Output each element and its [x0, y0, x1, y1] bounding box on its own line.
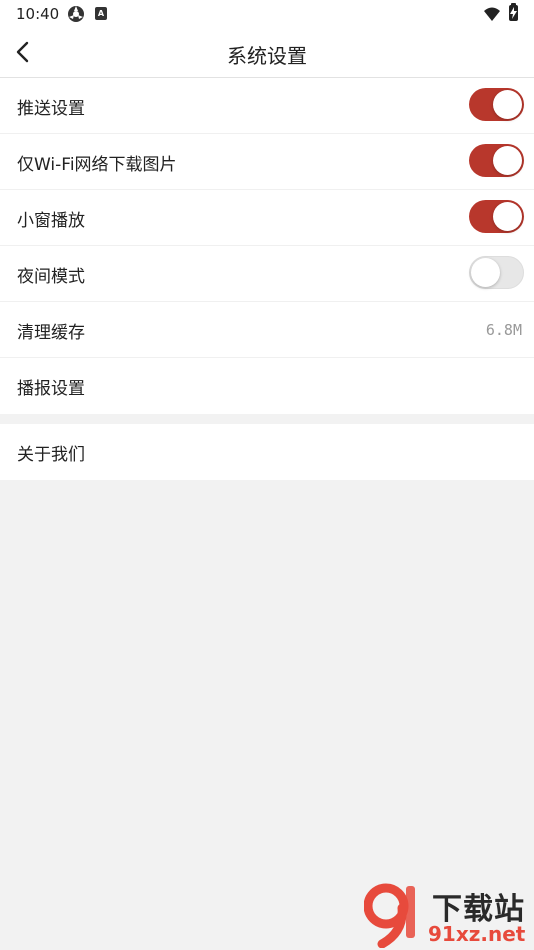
watermark-logo-icon — [364, 883, 415, 948]
settings-row-label: 夜间模式 — [17, 267, 85, 287]
sync-icon — [67, 5, 85, 23]
wifi-images-toggle[interactable] — [469, 144, 524, 177]
settings-row-wifi-images[interactable]: 仅Wi-Fi网络下载图片 — [0, 134, 534, 190]
site-watermark: 下载站 91xz.net — [360, 880, 534, 950]
settings-row-night-mode[interactable]: 夜间模式 — [0, 246, 534, 302]
settings-row-label: 小窗播放 — [17, 211, 85, 231]
cache-size-value: 6.8M — [485, 321, 522, 339]
settings-row-label: 仅Wi-Fi网络下载图片 — [17, 155, 177, 175]
settings-group-main: 推送设置 仅Wi-Fi网络下载图片 小窗播放 夜间模式 清理缓存 6.8M 播报… — [0, 78, 534, 414]
settings-group-about: 关于我们 — [0, 424, 534, 480]
toggle-knob — [493, 202, 522, 231]
status-time: 10:40 — [16, 5, 60, 23]
toggle-knob — [493, 146, 522, 175]
settings-row-mini-window[interactable]: 小窗播放 — [0, 190, 534, 246]
settings-row-label: 推送设置 — [17, 99, 85, 119]
status-bar: 10:40 A — [0, 0, 534, 28]
settings-row-label: 关于我们 — [17, 445, 85, 465]
mini-window-toggle[interactable] — [469, 200, 524, 233]
settings-row-label: 清理缓存 — [17, 323, 85, 343]
settings-row-push[interactable]: 推送设置 — [0, 78, 534, 134]
settings-row-clear-cache[interactable]: 清理缓存 6.8M — [0, 302, 534, 358]
app-header: 系统设置 — [0, 28, 534, 78]
toggle-knob — [493, 90, 522, 119]
a-badge-icon: A — [95, 7, 107, 20]
wifi-icon — [484, 6, 500, 21]
push-toggle[interactable] — [469, 88, 524, 121]
watermark-domain: 91xz.net — [428, 922, 526, 946]
settings-row-broadcast[interactable]: 播报设置 — [0, 358, 534, 414]
page-title: 系统设置 — [227, 44, 307, 68]
toggle-knob — [471, 258, 500, 287]
night-mode-toggle[interactable] — [469, 256, 524, 289]
battery-icon — [509, 3, 518, 21]
settings-row-about-us[interactable]: 关于我们 — [0, 424, 534, 480]
settings-row-label: 播报设置 — [17, 379, 85, 399]
